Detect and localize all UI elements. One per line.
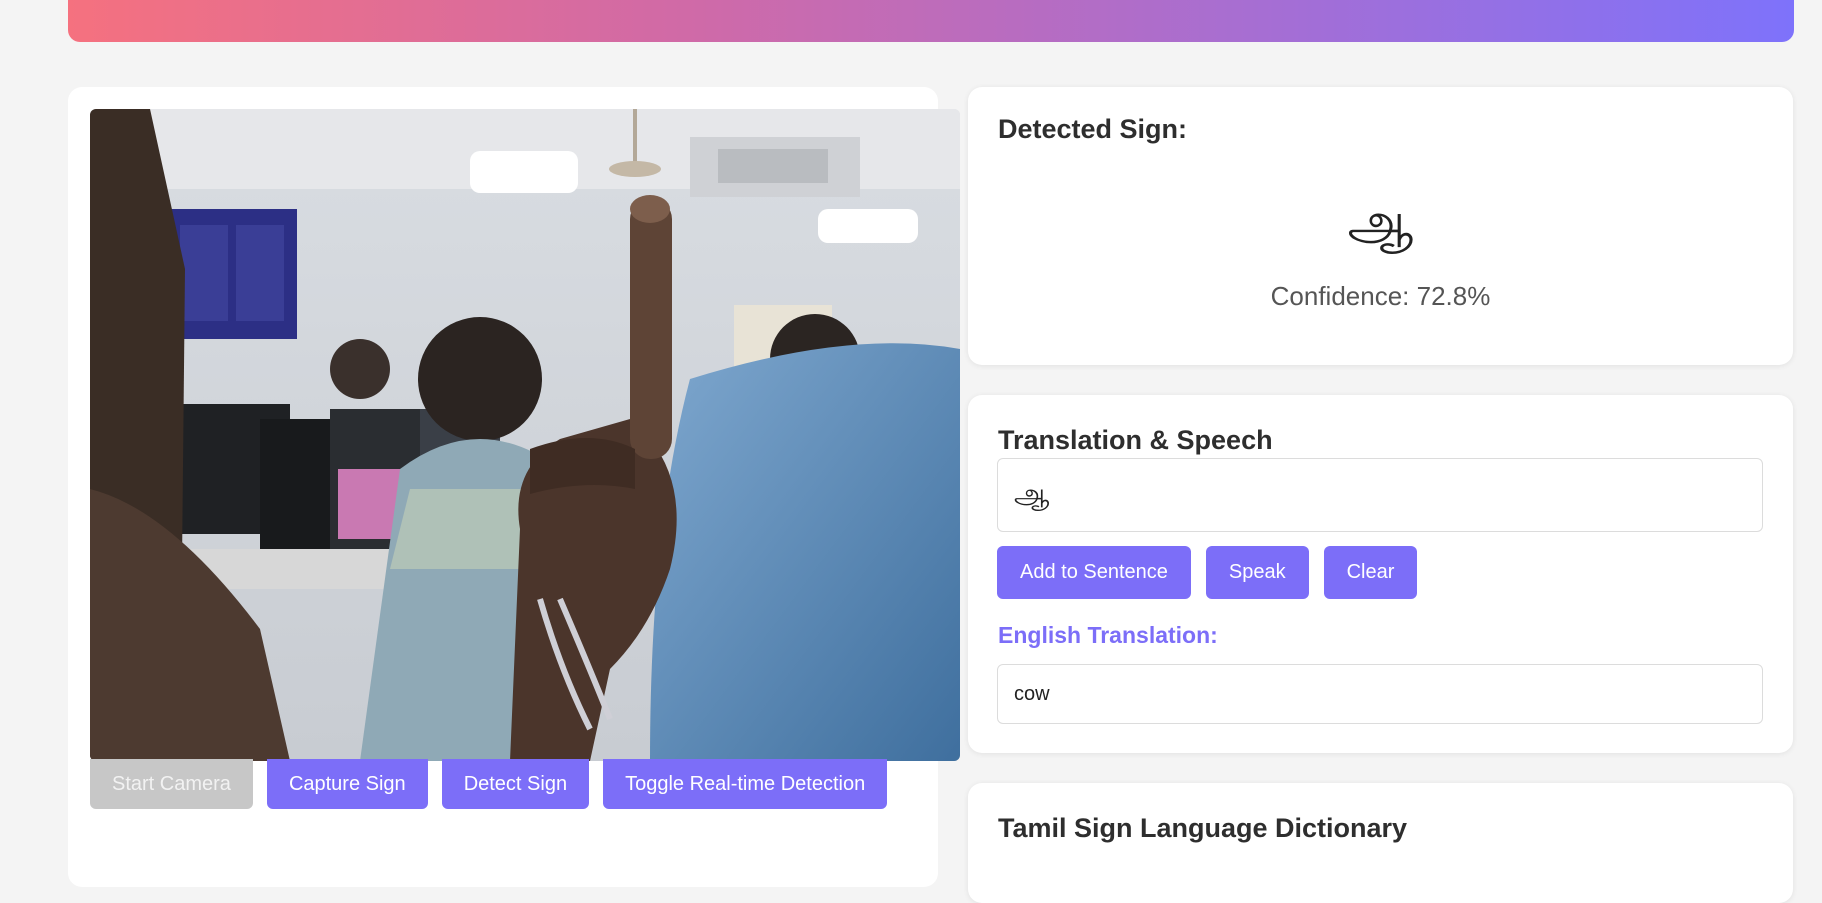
english-translation-label: English Translation:	[998, 622, 1218, 648]
header-banner	[68, 0, 1794, 42]
confidence-value: Confidence: 72.8%	[1270, 281, 1491, 311]
camera-panel: Start Camera Capture Sign Detect Sign To…	[68, 87, 960, 887]
detected-sign-character: ஆ	[1347, 192, 1414, 252]
speech-controls: Add to Sentence Speak Clear	[997, 546, 1418, 599]
english-translation-output[interactable]: cow	[997, 664, 1763, 724]
dictionary-heading: Tamil Sign Language Dictionary	[998, 813, 1408, 843]
speak-button[interactable]: Speak	[1205, 546, 1309, 599]
start-camera-button[interactable]: Start Camera	[90, 759, 253, 809]
detected-sign-panel: Detected Sign: ஆ Confidence: 72.8%	[968, 87, 1793, 365]
translation-heading: Translation & Speech	[998, 425, 1273, 455]
capture-sign-button[interactable]: Capture Sign	[266, 759, 428, 809]
detected-sign-heading: Detected Sign:	[998, 114, 1188, 144]
camera-frame-image	[90, 109, 960, 761]
clear-button[interactable]: Clear	[1323, 546, 1418, 599]
add-to-sentence-button[interactable]: Add to Sentence	[997, 546, 1191, 599]
tamil-sentence-output[interactable]: ஆ	[997, 458, 1763, 532]
camera-controls: Start Camera Capture Sign Detect Sign To…	[90, 759, 888, 809]
camera-video-feed	[90, 109, 960, 761]
translation-speech-panel: Translation & Speech ஆ Add to Sentence S…	[968, 395, 1793, 753]
dictionary-panel: Tamil Sign Language Dictionary	[968, 783, 1793, 903]
detect-sign-button[interactable]: Detect Sign	[441, 759, 590, 809]
toggle-realtime-detection-button[interactable]: Toggle Real-time Detection	[603, 759, 888, 809]
